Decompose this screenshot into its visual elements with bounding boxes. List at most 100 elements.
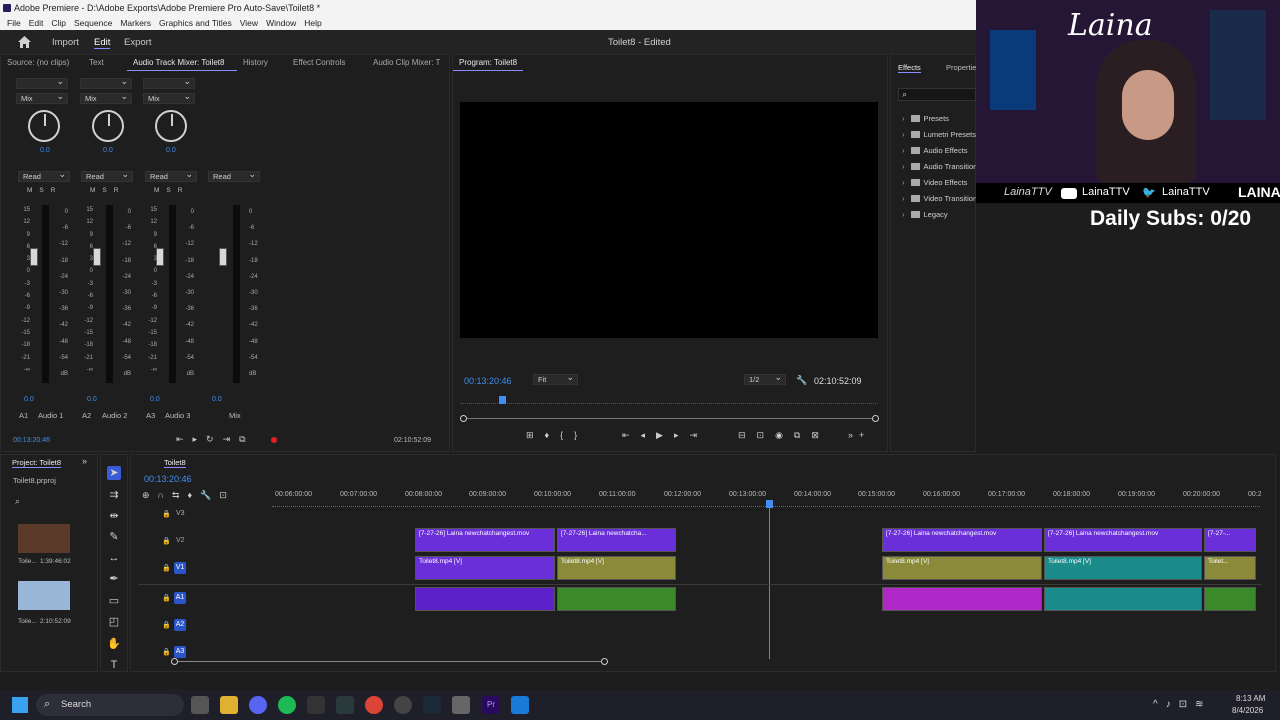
clip-a1-1[interactable] xyxy=(415,587,555,611)
timeline-scroll-handle-left[interactable] xyxy=(171,658,178,665)
volume-fader-2[interactable] xyxy=(93,248,101,266)
pan-value-2[interactable]: 0.0 xyxy=(103,147,113,154)
tab-properties[interactable]: Properties xyxy=(946,63,976,72)
track-v3-label[interactable]: V3 xyxy=(176,510,185,517)
track-a2-label[interactable]: A2 xyxy=(174,619,186,631)
mixer-timecode[interactable]: 00:13:20:46 xyxy=(13,437,50,444)
volume-fader-mix[interactable] xyxy=(219,248,227,266)
track-a2-lock-icon[interactable]: 🔒 xyxy=(162,621,171,629)
hand-tool-icon[interactable]: ✋ xyxy=(107,637,121,651)
more-panels-icon[interactable]: » xyxy=(82,456,87,466)
track-a1-label[interactable]: A1 xyxy=(174,592,186,604)
chrome-icon[interactable] xyxy=(365,696,383,714)
timeline-scroll-handle-right[interactable] xyxy=(601,658,608,665)
razor-tool-icon[interactable]: ✎ xyxy=(107,530,121,544)
clip-v1-3[interactable]: Toilet8.mp4 [V] xyxy=(882,556,1042,580)
volume-value-mix[interactable]: 0.0 xyxy=(212,396,222,403)
obs-icon[interactable] xyxy=(394,696,412,714)
program-timecode[interactable]: 00:13:20:46 xyxy=(464,376,512,386)
marker-controls[interactable]: ⊞♦{} xyxy=(526,430,588,441)
wrench-icon[interactable]: 🔧 xyxy=(796,375,807,386)
home-icon[interactable] xyxy=(18,36,31,48)
playback-controls[interactable]: ⇤◂▶▸⇥ xyxy=(622,430,708,441)
msr-buttons-3[interactable]: MSR xyxy=(154,187,189,194)
clock-date[interactable]: 8/4/2026 xyxy=(1232,706,1263,715)
export-tab[interactable]: Export xyxy=(124,37,151,48)
program-video-view[interactable] xyxy=(460,102,878,338)
tab-timeline[interactable]: Toilet8 xyxy=(164,458,186,468)
rectangle-tool-icon[interactable]: ▭ xyxy=(107,594,121,608)
track-matte-tool-icon[interactable]: ◰ xyxy=(107,615,121,629)
type-tool-icon[interactable]: T xyxy=(107,658,121,672)
system-tray-icons[interactable]: ^♪⊡≋ xyxy=(1153,699,1211,710)
clip-a1-4[interactable] xyxy=(1044,587,1202,611)
input-select-2[interactable] xyxy=(80,76,132,89)
effects-search-input[interactable] xyxy=(898,88,976,101)
effects-folder-audio-transitions[interactable]: › Audio Transitions xyxy=(902,162,976,171)
clip-v2-3[interactable]: [7-27-26] Laina newchatchangest.mov xyxy=(882,528,1042,552)
steam-icon[interactable] xyxy=(423,696,441,714)
taskbar-search-box[interactable]: ⌕ Search xyxy=(36,694,184,716)
msr-buttons-2[interactable]: MSR xyxy=(90,187,125,194)
export-frame-controls[interactable]: ⊟⊡◉⧉⊠ xyxy=(738,430,830,441)
track-v1-label[interactable]: V1 xyxy=(174,562,186,574)
menu-file[interactable]: File xyxy=(3,16,25,30)
record-icon[interactable] xyxy=(271,437,277,443)
file-explorer-icon[interactable] xyxy=(220,696,238,714)
menu-markers[interactable]: Markers xyxy=(116,16,155,30)
premiere-pro-icon[interactable]: Pr xyxy=(482,696,500,714)
pan-knob-3[interactable] xyxy=(155,110,187,142)
mail-icon[interactable] xyxy=(307,696,325,714)
windows-start-icon[interactable] xyxy=(12,697,28,713)
quality-select[interactable]: 1/2 xyxy=(744,372,786,385)
track-v3-controls[interactable]: 🔒 xyxy=(162,510,176,518)
menu-edit[interactable]: Edit xyxy=(25,16,48,30)
clip-v2-5[interactable]: [7-27-... xyxy=(1204,528,1256,552)
clip-v1-5[interactable]: Toilet... xyxy=(1204,556,1256,580)
zoom-scrollbar[interactable] xyxy=(464,418,875,419)
timeline-scrollbar[interactable] xyxy=(174,661,604,662)
timeline-timecode[interactable]: 00:13:20:46 xyxy=(144,474,192,484)
input-select-3[interactable] xyxy=(143,76,195,89)
menu-view[interactable]: View xyxy=(236,16,262,30)
menu-clip[interactable]: Clip xyxy=(47,16,70,30)
menu-window[interactable]: Window xyxy=(262,16,300,30)
pan-value-3[interactable]: 0.0 xyxy=(166,147,176,154)
project-item-1-name[interactable]: Toile... xyxy=(18,558,37,565)
zoom-select[interactable]: Fit xyxy=(533,372,578,385)
scroll-handle-right[interactable] xyxy=(872,415,879,422)
tab-text[interactable]: Text xyxy=(83,55,127,71)
playhead-marker[interactable] xyxy=(499,396,506,404)
automation-select-1[interactable]: Read xyxy=(18,169,70,182)
track-v2-lock-icon[interactable]: 🔒 xyxy=(162,537,171,545)
tab-source[interactable]: Source: (no clips) xyxy=(1,55,83,71)
clip-v1-1[interactable]: Toilet8.mp4 [V] xyxy=(415,556,555,580)
mix-select-3[interactable]: Mix xyxy=(143,91,195,104)
input-select-1[interactable] xyxy=(16,76,68,89)
project-thumbnail-1[interactable] xyxy=(18,524,70,553)
calculator-icon[interactable] xyxy=(452,696,470,714)
clip-a1-2[interactable] xyxy=(557,587,676,611)
selection-tool-icon[interactable]: ➤ xyxy=(107,466,121,480)
mix-select-2[interactable]: Mix xyxy=(80,91,132,104)
clip-v2-4[interactable]: [7-27-26] Laina newchatchangest.mov xyxy=(1044,528,1202,552)
pan-knob-1[interactable] xyxy=(28,110,60,142)
effects-folder-video-transitions[interactable]: › Video Transitions xyxy=(902,194,976,203)
clip-a1-5[interactable] xyxy=(1204,587,1256,611)
effects-folder-legacy[interactable]: › Legacy xyxy=(902,210,976,219)
track-a3-label[interactable]: A3 xyxy=(174,646,186,658)
volume-value-1[interactable]: 0.0 xyxy=(24,396,34,403)
task-view-icon[interactable] xyxy=(191,696,209,714)
project-thumbnail-2[interactable] xyxy=(18,581,70,610)
tab-program[interactable]: Program: Toilet8 xyxy=(453,55,524,71)
project-search-icon[interactable]: ⌕ xyxy=(15,496,20,507)
menu-sequence[interactable]: Sequence xyxy=(70,16,116,30)
ripple-edit-tool-icon[interactable]: ⇹ xyxy=(107,509,121,523)
mix-select-1[interactable]: Mix xyxy=(16,91,68,104)
menu-help[interactable]: Help xyxy=(300,16,325,30)
automation-select-2[interactable]: Read xyxy=(81,169,133,182)
volume-value-3[interactable]: 0.0 xyxy=(150,396,160,403)
pan-knob-2[interactable] xyxy=(92,110,124,142)
clip-v2-1[interactable]: [7-27-26] Laina newchatchangest.mov xyxy=(415,528,555,552)
automation-select-mix[interactable]: Read xyxy=(208,169,260,182)
